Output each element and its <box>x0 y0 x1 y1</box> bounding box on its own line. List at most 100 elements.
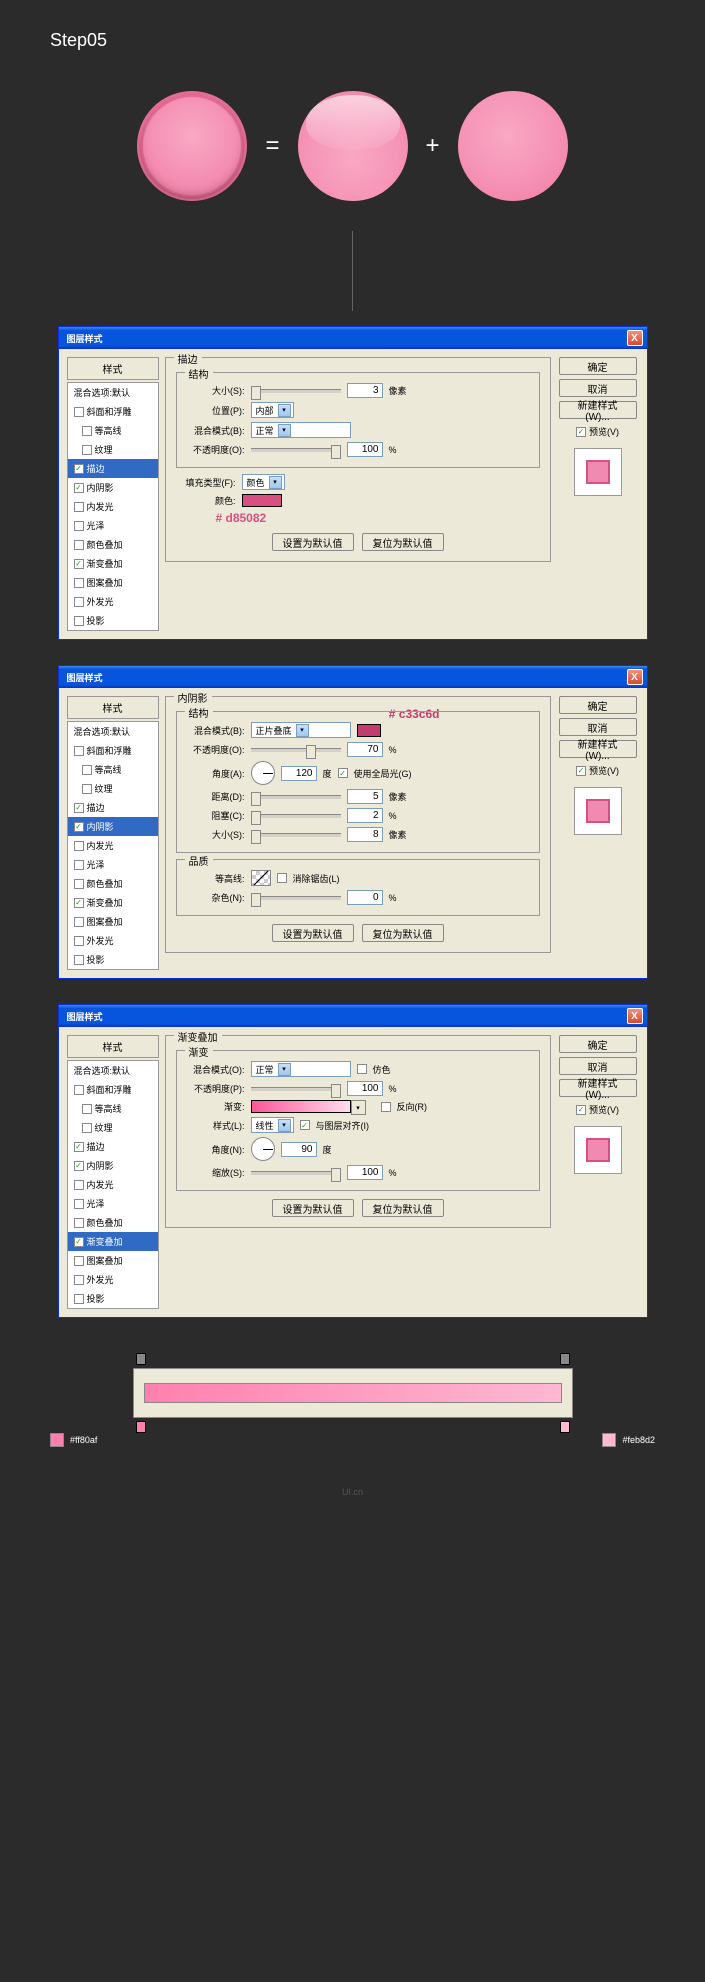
angle-input[interactable] <box>281 766 317 781</box>
size-slider[interactable] <box>251 833 341 837</box>
opacity-input[interactable] <box>347 1081 383 1096</box>
angle-dial[interactable] <box>251 1137 275 1161</box>
choke-slider[interactable] <box>251 814 341 818</box>
shadow-color-swatch[interactable] <box>357 724 381 737</box>
style-gradient-overlay[interactable]: 渐变叠加 <box>68 1232 158 1251</box>
blend-options[interactable]: 混合选项:默认 <box>68 383 158 402</box>
anti-alias-checkbox[interactable] <box>277 873 287 883</box>
preview-checkbox[interactable]: 预览(V) <box>576 764 619 777</box>
blend-dropdown[interactable]: 正常▾ <box>251 422 351 438</box>
style-color-overlay[interactable]: 颜色叠加 <box>68 535 158 554</box>
style-drop-shadow[interactable]: 投影 <box>68 611 158 630</box>
style-inner-shadow[interactable]: 内阴影 <box>68 817 158 836</box>
color-stop-left[interactable] <box>136 1421 146 1433</box>
style-satin[interactable]: 光泽 <box>68 855 158 874</box>
style-gradient-overlay[interactable]: 渐变叠加 <box>68 893 158 912</box>
style-satin[interactable]: 光泽 <box>68 516 158 535</box>
style-stroke[interactable]: 描边 <box>68 798 158 817</box>
style-pattern-overlay[interactable]: 图案叠加 <box>68 1251 158 1270</box>
style-texture[interactable]: 纹理 <box>68 1118 158 1137</box>
titlebar[interactable]: 图层样式 X <box>59 327 647 349</box>
opacity-input[interactable] <box>347 442 383 457</box>
size-input[interactable] <box>347 827 383 842</box>
cancel-button[interactable]: 取消 <box>559 718 637 736</box>
style-bevel[interactable]: 斜面和浮雕 <box>68 1080 158 1099</box>
reset-default-button[interactable]: 复位为默认值 <box>362 924 444 942</box>
style-dropdown[interactable]: 线性▾ <box>251 1117 294 1133</box>
style-pattern-overlay[interactable]: 图案叠加 <box>68 573 158 592</box>
opacity-slider[interactable] <box>251 1087 341 1091</box>
distance-input[interactable] <box>347 789 383 804</box>
fill-type-dropdown[interactable]: 颜色▾ <box>242 474 285 490</box>
noise-slider[interactable] <box>251 896 341 900</box>
style-inner-glow[interactable]: 内发光 <box>68 497 158 516</box>
gradient-bar[interactable] <box>144 1383 562 1403</box>
position-dropdown[interactable]: 内部▾ <box>251 402 294 418</box>
gradient-editor[interactable] <box>133 1368 573 1418</box>
style-bevel[interactable]: 斜面和浮雕 <box>68 402 158 421</box>
contour-picker[interactable] <box>251 870 271 886</box>
reset-default-button[interactable]: 复位为默认值 <box>362 1199 444 1217</box>
choke-input[interactable] <box>347 808 383 823</box>
distance-slider[interactable] <box>251 795 341 799</box>
size-slider[interactable] <box>251 389 341 393</box>
blend-dropdown[interactable]: 正常▾ <box>251 1061 351 1077</box>
blend-dropdown[interactable]: 正片叠底▾ <box>251 722 351 738</box>
style-satin[interactable]: 光泽 <box>68 1194 158 1213</box>
blend-options[interactable]: 混合选项:默认 <box>68 722 158 741</box>
dither-checkbox[interactable] <box>357 1064 367 1074</box>
reverse-checkbox[interactable] <box>381 1102 391 1112</box>
style-contour[interactable]: 等高线 <box>68 1099 158 1118</box>
reset-default-button[interactable]: 复位为默认值 <box>362 533 444 551</box>
opacity-stop-left[interactable] <box>136 1353 146 1365</box>
ok-button[interactable]: 确定 <box>559 696 637 714</box>
cancel-button[interactable]: 取消 <box>559 379 637 397</box>
close-button[interactable]: X <box>627 1008 643 1024</box>
titlebar[interactable]: 图层样式 X <box>59 666 647 688</box>
style-contour[interactable]: 等高线 <box>68 760 158 779</box>
new-style-button[interactable]: 新建样式(W)... <box>559 1079 637 1097</box>
titlebar[interactable]: 图层样式 X <box>59 1005 647 1027</box>
angle-input[interactable] <box>281 1142 317 1157</box>
ok-button[interactable]: 确定 <box>559 357 637 375</box>
close-button[interactable]: X <box>627 669 643 685</box>
blend-options[interactable]: 混合选项:默认 <box>68 1061 158 1080</box>
style-color-overlay[interactable]: 颜色叠加 <box>68 874 158 893</box>
color-stop-right[interactable] <box>560 1421 570 1433</box>
style-drop-shadow[interactable]: 投影 <box>68 950 158 969</box>
scale-slider[interactable] <box>251 1171 341 1175</box>
gradient-picker[interactable] <box>251 1100 351 1113</box>
style-drop-shadow[interactable]: 投影 <box>68 1289 158 1308</box>
style-pattern-overlay[interactable]: 图案叠加 <box>68 912 158 931</box>
style-stroke[interactable]: 描边 <box>68 459 158 478</box>
size-input[interactable] <box>347 383 383 398</box>
style-gradient-overlay[interactable]: 渐变叠加 <box>68 554 158 573</box>
align-checkbox[interactable] <box>300 1120 310 1130</box>
close-button[interactable]: X <box>627 330 643 346</box>
new-style-button[interactable]: 新建样式(W)... <box>559 401 637 419</box>
style-texture[interactable]: 纹理 <box>68 440 158 459</box>
style-inner-glow[interactable]: 内发光 <box>68 1175 158 1194</box>
global-light-checkbox[interactable] <box>338 768 348 778</box>
style-contour[interactable]: 等高线 <box>68 421 158 440</box>
set-default-button[interactable]: 设置为默认值 <box>272 924 354 942</box>
set-default-button[interactable]: 设置为默认值 <box>272 1199 354 1217</box>
preview-checkbox[interactable]: 预览(V) <box>576 1103 619 1116</box>
angle-dial[interactable] <box>251 761 275 785</box>
opacity-stop-right[interactable] <box>560 1353 570 1365</box>
style-inner-shadow[interactable]: 内阴影 <box>68 478 158 497</box>
style-texture[interactable]: 纹理 <box>68 779 158 798</box>
style-stroke[interactable]: 描边 <box>68 1137 158 1156</box>
style-outer-glow[interactable]: 外发光 <box>68 592 158 611</box>
style-outer-glow[interactable]: 外发光 <box>68 1270 158 1289</box>
cancel-button[interactable]: 取消 <box>559 1057 637 1075</box>
style-color-overlay[interactable]: 颜色叠加 <box>68 1213 158 1232</box>
style-inner-shadow[interactable]: 内阴影 <box>68 1156 158 1175</box>
new-style-button[interactable]: 新建样式(W)... <box>559 740 637 758</box>
opacity-input[interactable] <box>347 742 383 757</box>
style-outer-glow[interactable]: 外发光 <box>68 931 158 950</box>
noise-input[interactable] <box>347 890 383 905</box>
scale-input[interactable] <box>347 1165 383 1180</box>
style-bevel[interactable]: 斜面和浮雕 <box>68 741 158 760</box>
preview-checkbox[interactable]: 预览(V) <box>576 425 619 438</box>
